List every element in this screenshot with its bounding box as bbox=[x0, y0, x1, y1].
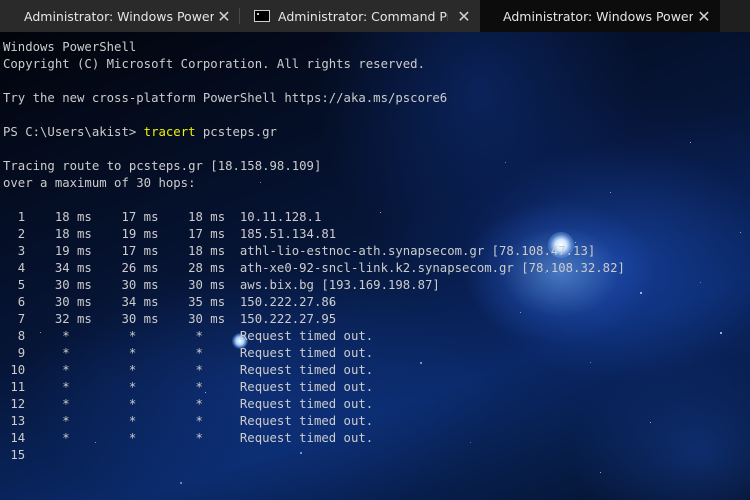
tab-powershell-1[interactable]: Administrator: Windows PowerShe ✕ bbox=[0, 0, 240, 32]
hop-row: 6 30 ms 34 ms 35 ms 150.222.27.86 bbox=[3, 295, 337, 309]
terminal-output: Windows PowerShell Copyright (C) Microsof… bbox=[3, 39, 625, 464]
hop-row: 10 * * * Request timed out. bbox=[3, 363, 374, 377]
hop-row: 2 18 ms 19 ms 17 ms 185.51.134.81 bbox=[3, 227, 337, 241]
header-lines: Windows PowerShell Copyright (C) Microsof… bbox=[3, 39, 625, 124]
output-line: Try the new cross-platform PowerShell ht… bbox=[3, 91, 448, 105]
windows-terminal-window: Administrator: Windows PowerShe ✕ Admini… bbox=[0, 0, 750, 500]
prompt-line: PS C:\Users\akist> tracert pcsteps.gr bbox=[3, 124, 625, 141]
output-line: Tracing route to pcsteps.gr [18.158.98.1… bbox=[3, 159, 322, 173]
star bbox=[180, 482, 182, 484]
hop-row: 4 34 ms 26 ms 28 ms ath-xe0-92-sncl-link… bbox=[3, 261, 625, 275]
hop-row: 5 30 ms 30 ms 30 ms aws.bix.bg [193.169.… bbox=[3, 278, 440, 292]
hop-row: 13 * * * Request timed out. bbox=[3, 414, 374, 428]
output-line: over a maximum of 30 hops: bbox=[3, 176, 196, 190]
terminal-pane[interactable]: Windows PowerShell Copyright (C) Microsof… bbox=[0, 32, 750, 500]
hop-row: 3 19 ms 17 ms 18 ms athl-lio-estnoc-ath.… bbox=[3, 244, 596, 258]
tab-title: Administrator: Windows PowerShe bbox=[503, 8, 693, 24]
star bbox=[690, 142, 691, 143]
star bbox=[640, 292, 642, 294]
hop-lines: 1 18 ms 17 ms 18 ms 10.11.128.1 2 18 ms … bbox=[3, 209, 625, 464]
command-text: tracert bbox=[143, 125, 196, 139]
star bbox=[740, 232, 741, 233]
close-tab-icon[interactable]: ✕ bbox=[214, 0, 234, 32]
close-tab-icon[interactable]: ✕ bbox=[694, 0, 714, 32]
star bbox=[650, 422, 651, 423]
hop-row: 11 * * * Request timed out. bbox=[3, 380, 374, 394]
hop-row: 9 * * * Request timed out. bbox=[3, 346, 374, 360]
output-line: Windows PowerShell bbox=[3, 40, 137, 54]
hop-row: 7 32 ms 30 ms 30 ms 150.222.27.95 bbox=[3, 312, 337, 326]
hop-row: 1 18 ms 17 ms 18 ms 10.11.128.1 bbox=[3, 210, 322, 224]
tab-powershell-2[interactable]: Administrator: Windows PowerShe ✕ bbox=[480, 0, 720, 32]
output-line: Copyright (C) Microsoft Corporation. All… bbox=[3, 57, 425, 71]
hop-row: 12 * * * Request timed out. bbox=[3, 397, 374, 411]
tab-title: Administrator: Windows PowerShe bbox=[24, 8, 214, 24]
tab-bar: Administrator: Windows PowerShe ✕ Admini… bbox=[0, 0, 750, 32]
hop-row: 15 bbox=[3, 448, 26, 462]
cmd-icon bbox=[254, 10, 270, 22]
tab-command-prompt[interactable]: Administrator: Command Promp ✕ bbox=[240, 0, 480, 32]
prompt-path: PS C:\Users\akist> bbox=[3, 125, 144, 139]
hop-row: 14 * * * Request timed out. bbox=[3, 431, 374, 445]
star bbox=[600, 472, 601, 473]
close-tab-icon[interactable]: ✕ bbox=[454, 0, 474, 32]
trace-header-lines: Tracing route to pcsteps.gr [18.158.98.1… bbox=[3, 141, 625, 209]
tab-title: Administrator: Command Promp bbox=[278, 8, 448, 24]
command-argument: pcsteps.gr bbox=[195, 125, 277, 139]
star bbox=[720, 332, 722, 334]
hop-row: 8 * * * Request timed out. bbox=[3, 329, 374, 343]
star bbox=[700, 282, 701, 283]
